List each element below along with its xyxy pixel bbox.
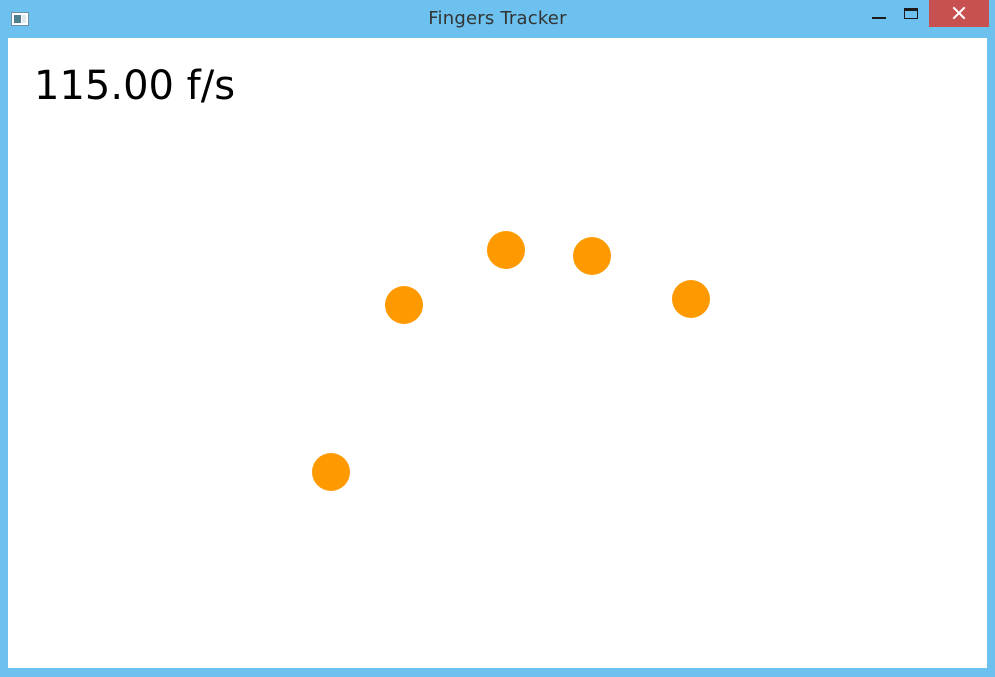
tracking-canvas[interactable]: 115.00 f/s (8, 38, 987, 668)
maximize-button[interactable] (897, 0, 925, 27)
close-icon (952, 6, 966, 20)
finger-marker (573, 237, 611, 275)
title-bar[interactable]: Fingers Tracker (0, 0, 995, 38)
minimize-button[interactable] (866, 0, 892, 27)
app-window: Fingers Tracker 115.00 f/s (0, 0, 995, 677)
finger-marker (672, 280, 710, 318)
finger-marker (312, 453, 350, 491)
finger-marker (385, 286, 423, 324)
window-title: Fingers Tracker (428, 8, 567, 29)
maximize-icon (904, 8, 918, 19)
fps-readout: 115.00 f/s (34, 63, 236, 109)
close-button[interactable] (929, 0, 989, 27)
minimize-icon (872, 17, 886, 19)
finger-marker (487, 231, 525, 269)
